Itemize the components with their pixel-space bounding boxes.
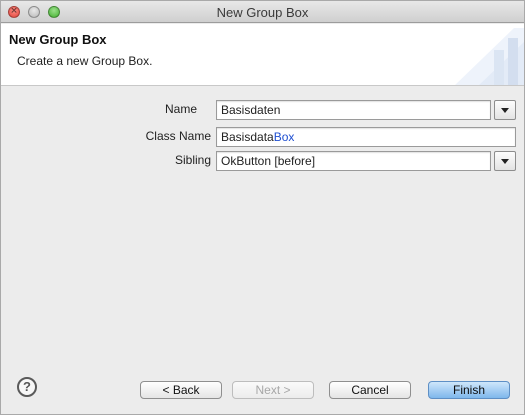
banner-title: New Group Box	[9, 32, 107, 47]
class-name-suffix: Box	[273, 130, 295, 144]
window-title: New Group Box	[216, 5, 309, 20]
sibling-dropdown-button[interactable]	[494, 151, 516, 171]
name-value: Basisdaten	[221, 103, 281, 117]
finish-button[interactable]: Finish	[428, 381, 510, 399]
class-name-input[interactable]: BasisdataBox	[216, 127, 516, 147]
help-icon[interactable]: ?	[17, 377, 37, 397]
class-name-prefix: Basisdata	[221, 130, 274, 144]
banner-message: Create a new Group Box.	[17, 54, 153, 68]
sibling-label: Sibling	[174, 153, 211, 167]
sibling-value: OkButton [before]	[221, 154, 316, 168]
class-name-label: Class Name	[145, 129, 211, 143]
back-button[interactable]: < Back	[140, 381, 222, 399]
name-label: Name	[164, 102, 197, 116]
wizard-footer: ? < Back Next > Cancel Finish	[1, 357, 524, 414]
name-dropdown-button[interactable]	[494, 100, 516, 120]
next-button[interactable]: Next >	[232, 381, 314, 399]
wizard-window: × New Group Box New Group Box Create a n…	[0, 0, 525, 415]
cancel-button[interactable]: Cancel	[329, 381, 411, 399]
name-input[interactable]: Basisdaten	[216, 100, 491, 120]
group-box-form: Name Basisdaten Class Name BasisdataBox …	[1, 87, 524, 357]
banner-decoration-icon	[444, 24, 524, 85]
title-bar[interactable]: × New Group Box	[1, 1, 524, 23]
sibling-select[interactable]: OkButton [before]	[216, 151, 491, 171]
wizard-banner: New Group Box Create a new Group Box.	[1, 24, 524, 86]
